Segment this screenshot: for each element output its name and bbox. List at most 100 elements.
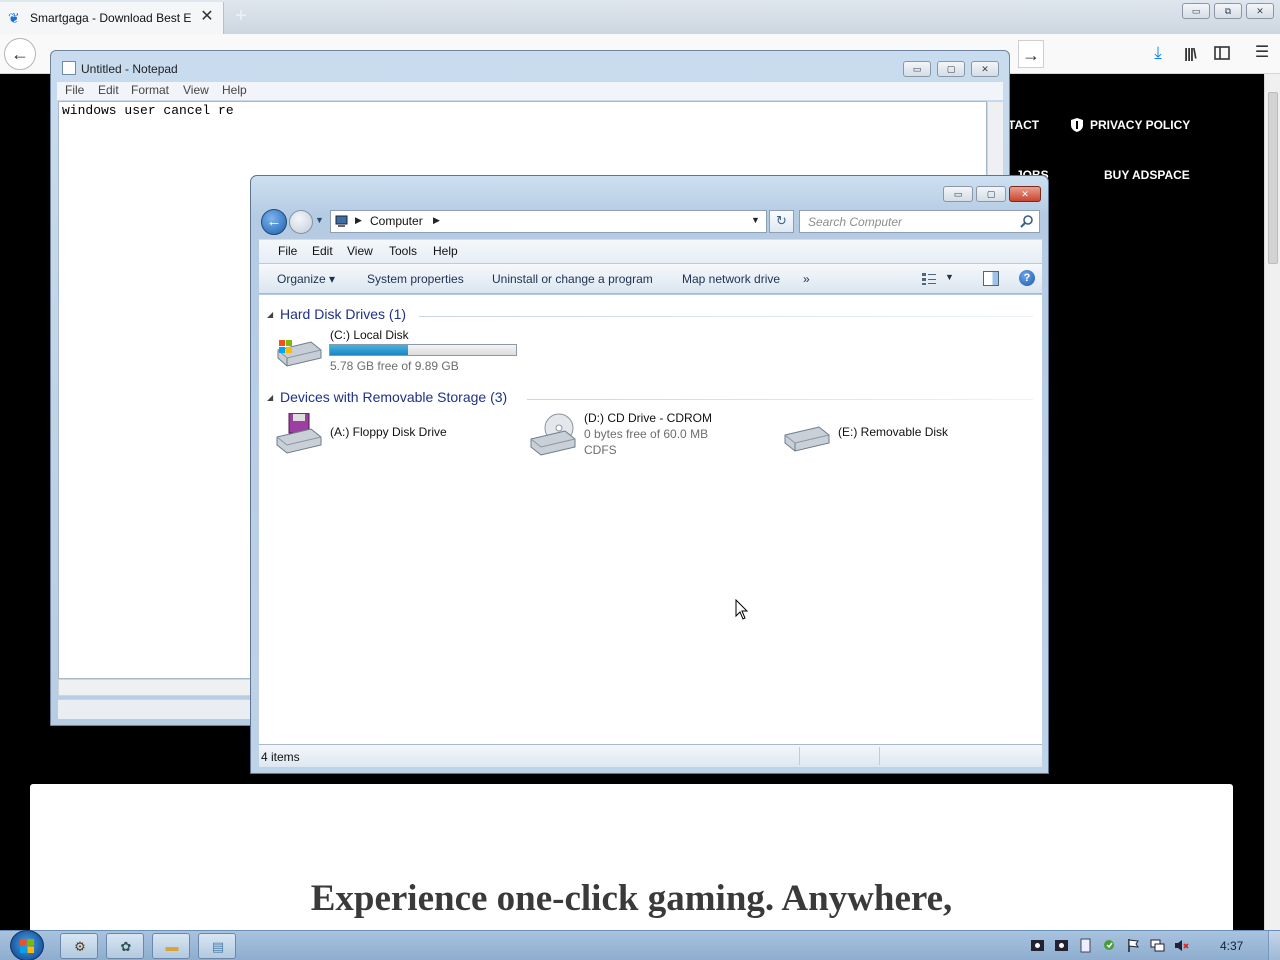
explorer-menu-edit[interactable]: Edit [312, 244, 333, 258]
address-dropdown-icon[interactable]: ▼ [751, 215, 760, 225]
address-crumb-computer[interactable]: Computer [370, 214, 423, 228]
explorer-content-pane: ◢ Hard Disk Drives (1) (C:) Local Disk 5… [259, 295, 1042, 744]
nav-buy-adspace-link[interactable]: BUY ADSPACE [1104, 168, 1190, 182]
tray-app-icon[interactable] [1054, 938, 1069, 953]
hero-card: Experience one-click gaming. Anywhere, [30, 784, 1233, 944]
hamburger-menu-icon[interactable]: ☰ [1252, 43, 1272, 63]
notepad-icon [62, 61, 76, 75]
recent-pages-dropdown-icon[interactable]: ▼ [315, 215, 325, 227]
view-dropdown-icon[interactable]: ▼ [945, 272, 954, 282]
preview-pane-icon[interactable] [983, 271, 999, 286]
start-button[interactable] [10, 930, 44, 960]
drive-c[interactable]: (C:) Local Disk 5.78 GB free of 9.89 GB [273, 328, 533, 378]
more-commands-button[interactable]: » [803, 272, 810, 286]
tray-app-icon[interactable] [1030, 938, 1045, 953]
show-desktop-button[interactable] [1268, 931, 1280, 960]
notepad-close-button[interactable]: ✕ [971, 61, 999, 77]
taskbar-explorer[interactable]: ▬ [152, 933, 190, 959]
search-input[interactable]: Search Computer [799, 210, 1040, 233]
explorer-maximize-button[interactable]: ▢ [976, 186, 1006, 202]
drive-d[interactable]: (D:) CD Drive - CDROM 0 bytes free of 60… [527, 411, 757, 461]
organize-button[interactable]: Organize ▾ [277, 272, 335, 286]
taskbar-app-1[interactable]: ⚙ [60, 933, 98, 959]
help-icon[interactable]: ? [1019, 270, 1035, 286]
change-view-icon[interactable] [921, 272, 937, 286]
forward-button[interactable]: → [1018, 40, 1044, 68]
library-icon[interactable]: |||\ [1180, 43, 1200, 63]
new-tab-button[interactable]: + [230, 5, 252, 27]
map-network-drive-button[interactable]: Map network drive [682, 272, 780, 286]
cd-drive-icon [530, 413, 576, 456]
status-separator [879, 747, 880, 765]
back-button[interactable]: ← [4, 38, 36, 70]
uninstall-program-button[interactable]: Uninstall or change a program [492, 272, 653, 286]
notepad-text: windows user cancel re [62, 103, 234, 118]
tray-document-icon[interactable] [1078, 938, 1093, 953]
sidebar-icon[interactable] [1212, 43, 1232, 63]
notepad-menu-edit[interactable]: Edit [98, 83, 119, 97]
notepad-menu-format[interactable]: Format [131, 83, 169, 97]
system-properties-button[interactable]: System properties [367, 272, 464, 286]
tab-title: Smartgaga - Download Best En [30, 11, 192, 25]
explorer-minimize-button[interactable]: ▭ [943, 186, 973, 202]
smartgaga-favicon-icon: ❦ [8, 10, 20, 26]
mouse-cursor-icon [735, 599, 749, 620]
tab-close-icon[interactable]: ✕ [198, 8, 216, 26]
taskbar-app-2[interactable]: ✿ [106, 933, 144, 959]
nav-privacy-policy-link[interactable]: PRIVACY POLICY [1070, 118, 1190, 132]
app-icon: ✿ [120, 939, 132, 954]
notepad-menu-help[interactable]: Help [222, 83, 247, 97]
notepad-minimize-button[interactable]: ▭ [903, 61, 931, 77]
collapse-group-icon[interactable]: ◢ [267, 310, 273, 319]
explorer-menu-help[interactable]: Help [433, 244, 458, 258]
address-bar[interactable]: ▶ Computer ▶ ▼ [330, 210, 767, 233]
explorer-forward-button[interactable] [289, 210, 313, 234]
browser-tab[interactable]: ❦ Smartgaga - Download Best En ✕ [0, 2, 224, 34]
action-center-flag-icon[interactable] [1126, 938, 1141, 953]
notepad-menu-view[interactable]: View [183, 83, 209, 97]
explorer-back-button[interactable]: ← [261, 209, 287, 235]
notepad-menu-file[interactable]: File [65, 83, 84, 97]
status-separator [799, 747, 800, 765]
clock[interactable]: 4:37 [1220, 939, 1243, 953]
browser-restore-button[interactable]: ⧉ [1214, 3, 1242, 19]
refresh-button[interactable]: ↻ [769, 210, 794, 233]
explorer-menu-file[interactable]: File [278, 244, 297, 258]
computer-icon [335, 215, 348, 227]
browser-minimize-button[interactable]: ▭ [1182, 3, 1210, 19]
notepad-maximize-button[interactable]: ▢ [937, 61, 965, 77]
explorer-menu-view[interactable]: View [347, 244, 373, 258]
tray-security-icon[interactable] [1102, 938, 1117, 953]
download-icon[interactable]: ⤓ [1148, 43, 1168, 63]
volume-muted-icon[interactable] [1174, 938, 1189, 953]
search-icon[interactable] [1020, 214, 1034, 228]
group-divider [419, 316, 1033, 317]
item-count: 4 items [261, 750, 300, 764]
address-separator-icon[interactable]: ▶ [355, 215, 362, 226]
explorer-menu-bar: File Edit View Tools Help [259, 239, 1042, 263]
collapse-group-icon[interactable]: ◢ [267, 393, 273, 402]
explorer-command-bar: Organize ▾ System properties Uninstall o… [259, 264, 1042, 294]
explorer-close-button[interactable]: ✕ [1009, 186, 1041, 202]
browser-close-button[interactable]: ✕ [1246, 3, 1274, 19]
folder-icon: ▬ [165, 939, 179, 954]
drive-c-label: (C:) Local Disk [330, 328, 409, 342]
taskbar: ⚙ ✿ ▬ ▤ 4:37 [0, 930, 1280, 960]
page-scrollbar[interactable] [1264, 74, 1280, 930]
address-separator-icon[interactable]: ▶ [433, 215, 440, 226]
group-header-removable[interactable]: Devices with Removable Storage (3) [280, 389, 507, 405]
drive-e[interactable]: (E:) Removable Disk [781, 411, 1011, 461]
drive-c-free-space: 5.78 GB free of 9.89 GB [330, 359, 459, 373]
app-icon: ⚙ [74, 939, 86, 954]
page-scroll-thumb[interactable] [1268, 92, 1278, 264]
network-icon[interactable] [1150, 938, 1165, 953]
hard-disk-icon [277, 340, 322, 367]
group-header-hard-disks[interactable]: Hard Disk Drives (1) [280, 306, 406, 322]
taskbar-notepad[interactable]: ▤ [198, 933, 236, 959]
nav-contact-link[interactable]: TACT [1008, 118, 1039, 132]
explorer-menu-tools[interactable]: Tools [389, 244, 417, 258]
drive-a[interactable]: (A:) Floppy Disk Drive [273, 411, 503, 461]
privacy-policy-label: PRIVACY POLICY [1090, 118, 1191, 132]
windows-logo-icon [20, 939, 34, 953]
removable-disk-icon [784, 426, 830, 452]
